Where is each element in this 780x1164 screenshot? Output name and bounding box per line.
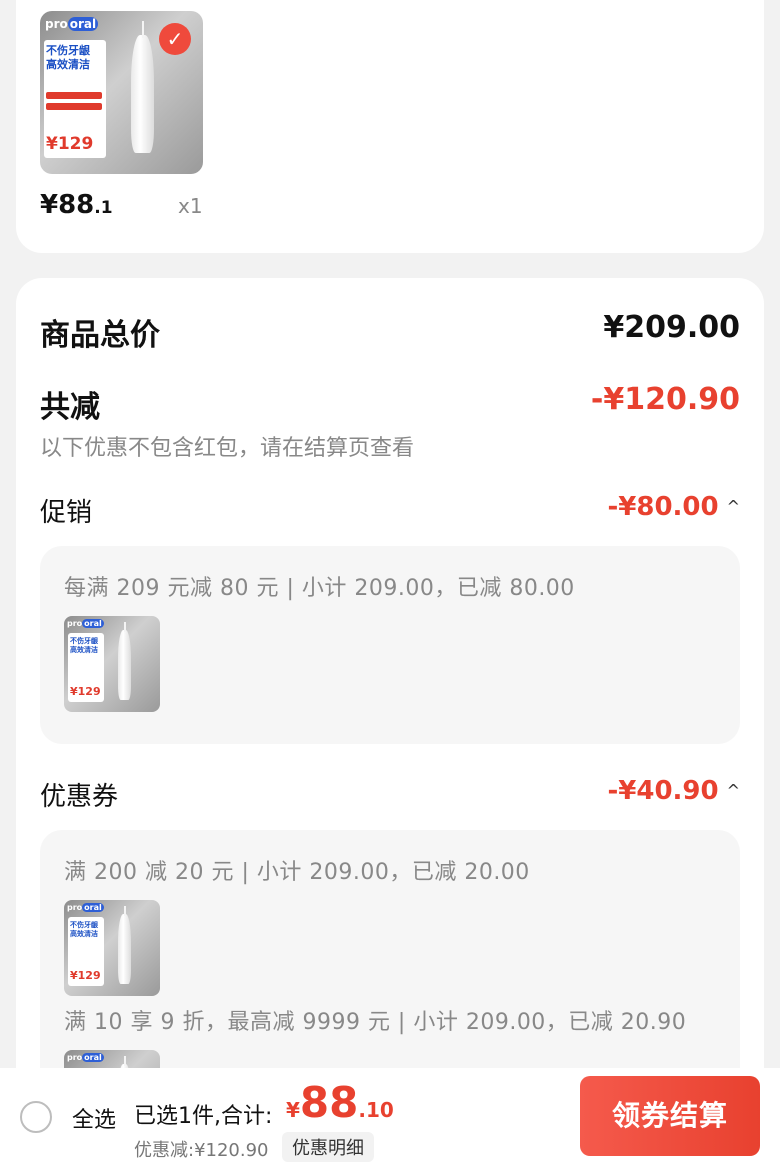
cart-total: ¥88.10 bbox=[286, 1078, 394, 1127]
thumb-panel: 不伤牙龈 高效清洁 ¥129 bbox=[68, 633, 105, 703]
thumb-price: ¥129 bbox=[70, 969, 101, 983]
caret-up-icon: ^ bbox=[726, 781, 740, 800]
total-label: 商品总价 bbox=[40, 318, 160, 353]
thumb-headline: 不伤牙龈 高效清洁 bbox=[70, 637, 98, 654]
device-image bbox=[131, 21, 155, 153]
reduce-label: 共减 bbox=[40, 390, 100, 425]
discount-note: 以下优惠不包含红包，请在结算页查看 bbox=[40, 436, 415, 461]
coupon-line-2: 满 10 享 9 折，最高减 9999 元 | 小计 209.00，已减 20.… bbox=[64, 1010, 687, 1035]
thumb-headline: 不伤牙龈 高效清洁 bbox=[70, 921, 98, 938]
promo-detail-box: 每满 209 元减 80 元 | 小计 209.00，已减 80.00 pro o… bbox=[40, 546, 740, 744]
total-dec: .10 bbox=[358, 1098, 394, 1122]
promo-toggle[interactable]: -¥80.00 ^ bbox=[607, 492, 740, 522]
selected-count: 已选1件,合计: bbox=[134, 1104, 273, 1129]
discount-amount: 优惠减:¥120.90 bbox=[134, 1140, 269, 1161]
thumb-price: ¥129 bbox=[46, 133, 94, 154]
total-int: 88 bbox=[299, 1078, 359, 1127]
promo-line: 每满 209 元减 80 元 | 小计 209.00，已减 80.00 bbox=[64, 576, 575, 601]
checkout-bar: 全选 已选1件,合计: ¥88.10 优惠减:¥120.90 优惠明细 领券结算 bbox=[0, 1068, 780, 1164]
radio-icon[interactable] bbox=[20, 1101, 52, 1133]
thumb-panel: 不伤牙龈 高效清洁 ¥129 bbox=[68, 917, 105, 987]
brand-logo: pro oral bbox=[67, 619, 104, 628]
device-image bbox=[117, 906, 132, 984]
caret-up-icon: ^ bbox=[726, 497, 740, 516]
thumb-tag bbox=[46, 91, 102, 99]
thumb-headline: 不伤牙龈 高效清洁 bbox=[46, 44, 90, 71]
checkout-button[interactable]: 领券结算 bbox=[580, 1076, 760, 1156]
device-image bbox=[117, 622, 132, 700]
total-value: ¥209.00 bbox=[603, 310, 740, 345]
checkmark-icon[interactable]: ✓ bbox=[159, 23, 191, 55]
reduce-value: -¥120.90 bbox=[590, 382, 740, 417]
brand-logo: pro oral bbox=[67, 1053, 104, 1062]
item-price: ¥88.1 bbox=[40, 190, 113, 220]
coupon-label: 优惠券 bbox=[40, 782, 119, 812]
coupon-toggle[interactable]: -¥40.90 ^ bbox=[607, 776, 740, 806]
total-currency: ¥ bbox=[286, 1098, 300, 1122]
price-summary-card: 商品总价 ¥209.00 共减 -¥120.90 以下优惠不包含红包，请在结算页… bbox=[16, 278, 764, 1164]
discount-detail-button[interactable]: 优惠明细 bbox=[282, 1132, 374, 1162]
product-thumbnail: pro oral 不伤牙龈 高效清洁 ¥129 bbox=[64, 900, 160, 996]
coupon-value: -¥40.90 bbox=[607, 776, 719, 806]
coupon-line-1: 满 200 减 20 元 | 小计 209.00，已减 20.00 bbox=[64, 860, 530, 885]
promo-label: 促销 bbox=[40, 498, 93, 528]
promo-value: -¥80.00 bbox=[607, 492, 719, 522]
thumb-panel: 不伤牙龈 高效清洁 ¥129 bbox=[44, 40, 106, 158]
brand-logo: pro oral bbox=[45, 17, 99, 31]
thumb-price: ¥129 bbox=[70, 685, 101, 699]
item-price-int: ¥88 bbox=[40, 190, 95, 220]
select-all-label[interactable]: 全选 bbox=[72, 1102, 116, 1134]
item-price-dec: .1 bbox=[94, 198, 113, 218]
thumb-tag bbox=[46, 102, 102, 110]
product-thumbnail[interactable]: pro oral 不伤牙龈 高效清洁 ¥129 ✓ bbox=[40, 11, 203, 174]
cart-item-card: pro oral 不伤牙龈 高效清洁 ¥129 ✓ ¥88.1 x1 bbox=[16, 0, 764, 253]
product-thumbnail: pro oral 不伤牙龈 高效清洁 ¥129 bbox=[64, 616, 160, 712]
brand-logo: pro oral bbox=[67, 903, 104, 912]
item-quantity: x1 bbox=[178, 194, 203, 218]
